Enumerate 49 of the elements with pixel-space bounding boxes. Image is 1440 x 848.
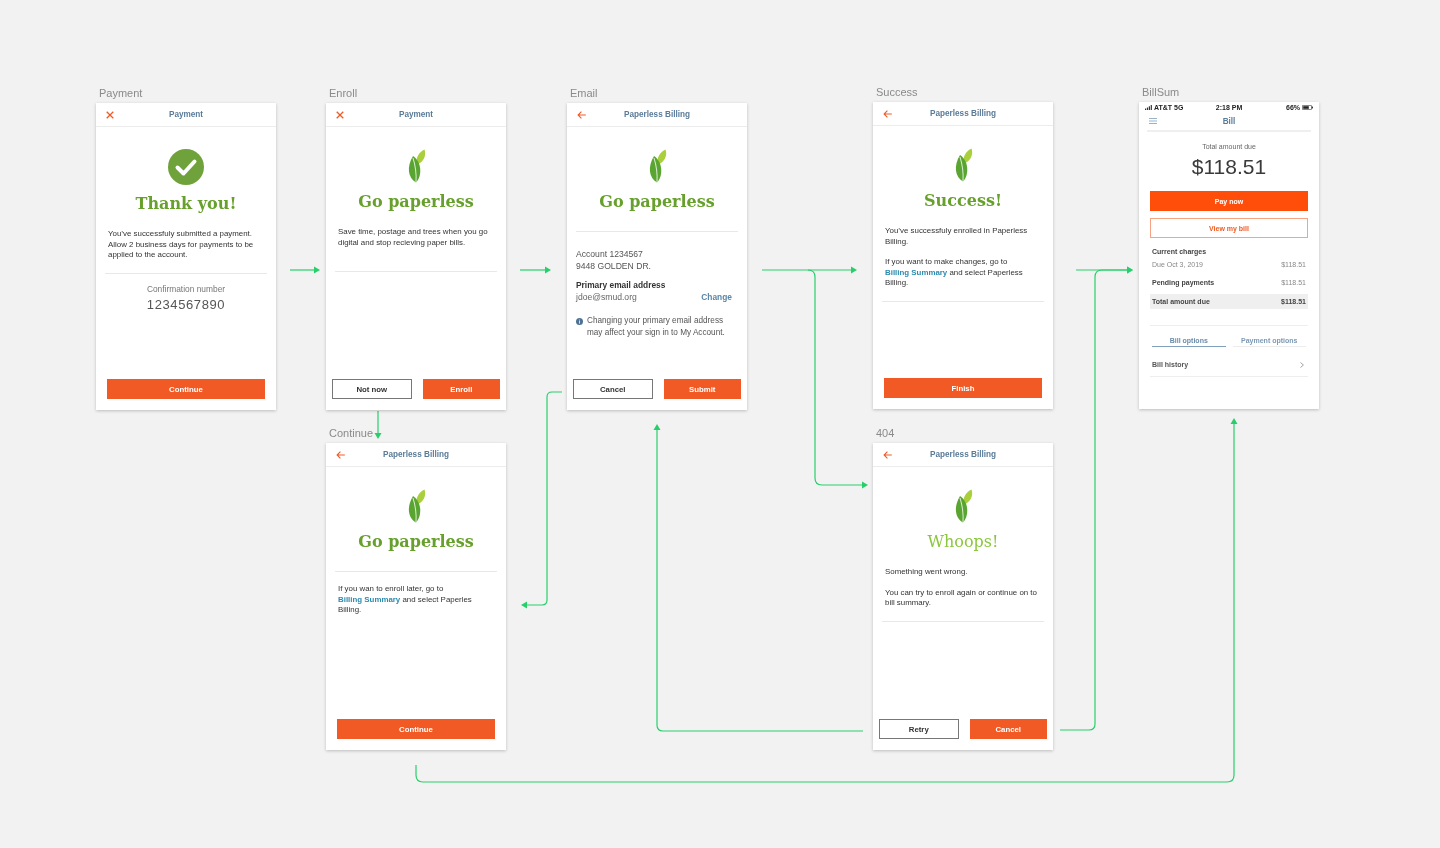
nav-title: Bill bbox=[1222, 116, 1236, 126]
field-value: jdoe@smud.org bbox=[576, 291, 637, 303]
chevron-right-icon bbox=[1300, 362, 1304, 368]
screen-heading: Thank you! bbox=[135, 193, 237, 215]
back-arrow-icon[interactable] bbox=[336, 450, 345, 459]
leaf-icon bbox=[647, 149, 667, 183]
close-icon[interactable] bbox=[336, 110, 344, 119]
screen-heading: Go paperless bbox=[358, 531, 474, 553]
leaf-icon bbox=[953, 489, 973, 523]
flow-arrow bbox=[519, 266, 551, 274]
artboard-label: Enroll bbox=[329, 87, 358, 100]
leaf-icon bbox=[406, 149, 426, 183]
nav-title: Payment bbox=[398, 110, 434, 119]
close-icon[interactable] bbox=[106, 110, 114, 119]
nav-title: Paperless Billing bbox=[930, 109, 996, 118]
leaf-icon bbox=[953, 148, 973, 182]
leaf-icon bbox=[406, 489, 426, 523]
nav-title: Paperless Billing bbox=[930, 450, 996, 459]
back-arrow-icon[interactable] bbox=[883, 109, 892, 118]
nav-title: Paperless Billing bbox=[383, 450, 449, 459]
nav-title: Paperless Billing bbox=[624, 110, 690, 119]
artboard-label: Success bbox=[876, 86, 918, 99]
menu-icon[interactable] bbox=[1149, 118, 1157, 124]
signal-icon bbox=[1145, 104, 1152, 110]
stat-label: Confirmation number bbox=[145, 284, 227, 294]
address-line: 9448 GOLDEN DR. bbox=[576, 260, 651, 272]
battery-icon bbox=[1302, 104, 1313, 110]
screen-heading: Go paperless bbox=[358, 191, 474, 213]
artboard-label: 404 bbox=[876, 427, 895, 440]
back-arrow-icon[interactable] bbox=[577, 110, 586, 119]
address-line: Account 1234567 bbox=[576, 248, 643, 260]
stat-value: 1234567890 bbox=[145, 297, 227, 313]
screen-heading: Whoops! bbox=[927, 531, 999, 553]
check-circle-icon bbox=[168, 149, 204, 185]
nav-title: Payment bbox=[168, 110, 204, 119]
flow-arrow bbox=[374, 410, 382, 439]
flow-arrow bbox=[289, 266, 320, 274]
amount-due: $118.51 bbox=[1190, 155, 1268, 179]
screen-heading: Success! bbox=[924, 190, 1002, 212]
artboard-label: Continue bbox=[329, 427, 374, 440]
artboard-label: BillSum bbox=[1142, 86, 1180, 99]
info-icon bbox=[576, 317, 583, 325]
field-label: Primary email address bbox=[576, 279, 667, 291]
artboard-label: Email bbox=[570, 87, 598, 100]
change-link[interactable]: Change bbox=[701, 292, 732, 302]
back-arrow-icon[interactable] bbox=[883, 450, 892, 459]
artboard-label: Payment bbox=[99, 87, 143, 100]
screen-heading: Go paperless bbox=[599, 191, 715, 213]
info-note: Changing your primary email address may affect your sign in to My Account. bbox=[587, 315, 726, 339]
